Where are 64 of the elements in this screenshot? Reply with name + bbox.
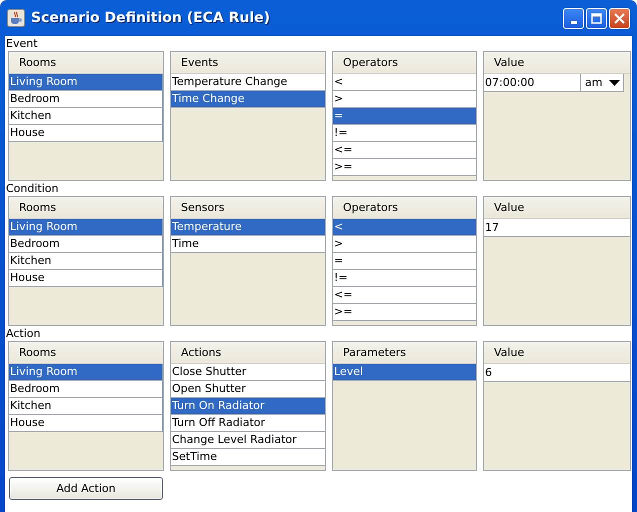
value-field[interactable]: 17 bbox=[484, 219, 630, 237]
value-field[interactable]: 6 bbox=[484, 364, 630, 382]
list-item[interactable]: House bbox=[9, 125, 162, 142]
minimize-icon bbox=[570, 20, 576, 24]
list-item[interactable]: < bbox=[333, 74, 476, 91]
column-header: Value bbox=[484, 197, 630, 219]
list-item[interactable]: = bbox=[333, 108, 476, 125]
list-item[interactable]: Temperature Change bbox=[171, 74, 325, 91]
list-item[interactable]: Time bbox=[171, 236, 325, 253]
period-dropdown[interactable]: am bbox=[580, 74, 624, 92]
list-item[interactable]: Turn Off Radiator bbox=[171, 415, 325, 432]
window-title: Scenario Definition (ECA Rule) bbox=[31, 10, 272, 26]
list-item[interactable]: House bbox=[9, 415, 162, 432]
list-item[interactable]: != bbox=[333, 125, 476, 142]
list-item[interactable]: != bbox=[333, 270, 476, 287]
column-header: Rooms bbox=[9, 197, 163, 219]
close-button[interactable] bbox=[609, 8, 630, 28]
maximize-icon bbox=[591, 12, 602, 24]
list-item[interactable]: Kitchen bbox=[9, 253, 162, 270]
dropdown-arrow-icon bbox=[609, 80, 620, 86]
list-item[interactable]: Time Change bbox=[171, 91, 325, 108]
list-item[interactable]: Turn On Radiator bbox=[171, 398, 325, 415]
column-header: Value bbox=[484, 342, 630, 364]
list-item[interactable]: <= bbox=[333, 142, 476, 159]
column-header: Value bbox=[484, 52, 630, 74]
column-header: Rooms bbox=[9, 342, 163, 364]
add-action-button[interactable]: Add Action bbox=[9, 477, 163, 500]
list-item[interactable]: >= bbox=[333, 159, 476, 176]
minimize-button[interactable] bbox=[563, 8, 584, 28]
coffee-cup-icon bbox=[7, 9, 25, 27]
list-item[interactable]: Change Level Radiator bbox=[171, 432, 325, 449]
list-item[interactable]: House bbox=[9, 270, 162, 287]
list-item[interactable]: Level bbox=[333, 364, 476, 381]
list-item[interactable]: < bbox=[333, 219, 476, 236]
time-field[interactable]: 07:00:00 bbox=[484, 74, 580, 92]
list-item[interactable]: Kitchen bbox=[9, 398, 162, 415]
list-item[interactable]: Open Shutter bbox=[171, 381, 325, 398]
section-label: Action bbox=[6, 326, 40, 341]
column-header: Events bbox=[171, 52, 325, 74]
list-item[interactable]: Bedroom bbox=[9, 91, 162, 108]
list-item[interactable]: Bedroom bbox=[9, 381, 162, 398]
maximize-button[interactable] bbox=[586, 8, 607, 28]
column-header: Operators bbox=[333, 197, 476, 219]
list-item[interactable]: Bedroom bbox=[9, 236, 162, 253]
list-item[interactable]: Close Shutter bbox=[171, 364, 325, 381]
column-header: Rooms bbox=[9, 52, 163, 74]
section-label: Condition bbox=[6, 181, 58, 196]
list-item[interactable]: SetTime bbox=[171, 449, 325, 466]
list-item[interactable]: Temperature bbox=[171, 219, 325, 236]
list-item[interactable]: >= bbox=[333, 304, 476, 321]
list-item[interactable]: Living Room bbox=[9, 219, 162, 236]
list-item[interactable]: > bbox=[333, 236, 476, 253]
section-label: Event bbox=[6, 36, 38, 51]
close-icon bbox=[614, 12, 625, 24]
list-item[interactable]: > bbox=[333, 91, 476, 108]
list-item[interactable]: = bbox=[333, 253, 476, 270]
column-header: Operators bbox=[333, 52, 476, 74]
list-item[interactable]: Kitchen bbox=[9, 108, 162, 125]
list-item[interactable]: Living Room bbox=[9, 74, 162, 91]
column-header: Actions bbox=[171, 342, 325, 364]
column-header: Sensors bbox=[171, 197, 325, 219]
column-header: Parameters bbox=[333, 342, 476, 364]
list-item[interactable]: <= bbox=[333, 287, 476, 304]
list-item[interactable]: Living Room bbox=[9, 364, 162, 381]
